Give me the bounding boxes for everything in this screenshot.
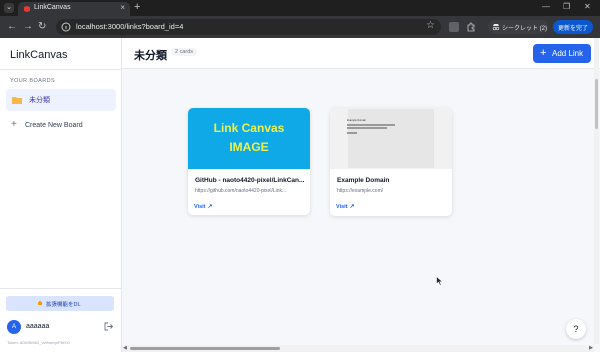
card-count-badge: 2 cards [171, 48, 198, 56]
card-url: https://github.com/naoto4420-pixel/Link.… [195, 188, 287, 194]
scroll-right-arrow-icon[interactable]: ▶ [589, 345, 593, 351]
vertical-scrollbar[interactable] [594, 38, 599, 344]
username: aaaaaa [26, 323, 50, 330]
back-arrow-icon[interactable]: ← [7, 21, 17, 33]
avatar[interactable]: A [7, 320, 21, 334]
app-logo[interactable]: LinkCanvas [10, 49, 67, 61]
extension-icon[interactable] [449, 22, 459, 32]
preview-text-line [347, 132, 357, 134]
minimize-icon[interactable]: — [542, 2, 550, 11]
maximize-icon[interactable]: ❐ [563, 2, 570, 11]
incognito-indicator[interactable]: シークレット (2) [488, 20, 548, 34]
linkcanvas-favicon-icon [24, 6, 30, 12]
scrollbar-thumb[interactable] [130, 347, 280, 350]
browser-toolbar: ← → ↻ localhost:3000/links?board_id=4 ☆ … [0, 16, 600, 38]
download-extension-label: 拡張機能をDL [46, 302, 81, 308]
site-info-icon[interactable] [61, 22, 71, 32]
puzzle-extensions-icon[interactable] [466, 22, 476, 32]
divider [0, 69, 121, 70]
sidebar: LinkCanvas YOUR BOARDS 未分類 + Create New … [0, 38, 122, 352]
sidebar-item-board[interactable]: 未分類 [6, 89, 116, 111]
folder-icon [12, 97, 22, 104]
board-label: 未分類 [29, 97, 50, 104]
create-board-button[interactable]: + Create New Board [6, 118, 116, 134]
external-link-icon: ↗ [349, 204, 355, 210]
preview-text-line [347, 127, 387, 129]
thumbnail-text: Link Canvas [213, 121, 285, 135]
update-label: 更新を完了 [558, 26, 589, 32]
update-button[interactable]: 更新を完了 [553, 20, 593, 34]
card-title: Example Domain [337, 177, 390, 184]
visit-link[interactable]: Visit ↗ [336, 203, 355, 210]
reload-icon[interactable]: ↻ [38, 21, 46, 33]
tab-title: LinkCanvas [34, 4, 71, 11]
close-window-icon[interactable]: ✕ [584, 2, 591, 11]
mouse-cursor-icon [436, 276, 444, 286]
plus-icon: + [540, 47, 547, 59]
new-tab-button[interactable]: + [134, 1, 140, 14]
visit-label: Visit [194, 204, 206, 210]
page-preview [348, 109, 434, 168]
main-header: 未分類 2 cards + Add Link [122, 38, 600, 69]
browser-tab[interactable]: LinkCanvas × [18, 2, 130, 16]
scroll-left-arrow-icon[interactable]: ◀ [123, 345, 127, 351]
card-thumbnail[interactable]: Example Domain [330, 108, 452, 169]
session-token-text: Token: ADMIN962_cvHweqnP8rXG [7, 340, 70, 345]
incognito-label: シークレット (2) [502, 26, 548, 32]
forward-arrow-icon[interactable]: → [23, 21, 33, 33]
incognito-icon [492, 24, 500, 31]
browser-tab-bar: ⌄ LinkCanvas × + — ❐ ✕ [0, 0, 600, 16]
main-content: 未分類 2 cards + Add Link Link Canvas IMAGE… [122, 38, 600, 352]
external-link-icon: ↗ [207, 204, 213, 210]
link-card[interactable]: Example Domain Example Domain https://ex… [330, 108, 452, 216]
divider [0, 288, 121, 289]
help-button[interactable]: ? [566, 319, 586, 339]
url-text: localhost:3000/links?board_id=4 [76, 22, 184, 31]
add-link-button[interactable]: + Add Link [533, 44, 591, 63]
app-root: LinkCanvas YOUR BOARDS 未分類 + Create New … [0, 38, 600, 352]
download-extension-button[interactable]: 拡張機能をDL [6, 296, 114, 311]
boards-section-label: YOUR BOARDS [10, 78, 56, 84]
card-thumbnail[interactable]: Link Canvas IMAGE [188, 108, 310, 169]
preview-text-line [347, 124, 395, 126]
link-card[interactable]: Link Canvas IMAGE GitHub - naoto4420-pix… [188, 108, 310, 215]
card-url: https://example.com/ [337, 188, 384, 194]
thumbnail-text: IMAGE [229, 140, 269, 154]
visit-link[interactable]: Visit ↗ [194, 203, 213, 210]
add-link-label: Add Link [552, 49, 584, 58]
visit-label: Visit [336, 204, 348, 210]
card-title: GitHub - naoto4420-pixel/LinkCan... [195, 177, 305, 184]
horizontal-scrollbar[interactable]: ◀ ▶ [122, 345, 594, 352]
scrollbar-thumb[interactable] [595, 79, 598, 129]
tab-search-chevron-icon[interactable]: ⌄ [4, 3, 14, 13]
plus-icon: + [11, 119, 17, 130]
preview-title: Example Domain [347, 119, 367, 122]
logout-icon[interactable] [104, 322, 113, 331]
puzzle-icon [38, 301, 42, 305]
create-board-label: Create New Board [25, 122, 83, 129]
star-icon[interactable]: ☆ [426, 20, 435, 31]
page-title: 未分類 [134, 50, 167, 62]
address-bar[interactable]: localhost:3000/links?board_id=4 ☆ [56, 19, 441, 35]
tab-close-icon[interactable]: × [120, 3, 125, 12]
